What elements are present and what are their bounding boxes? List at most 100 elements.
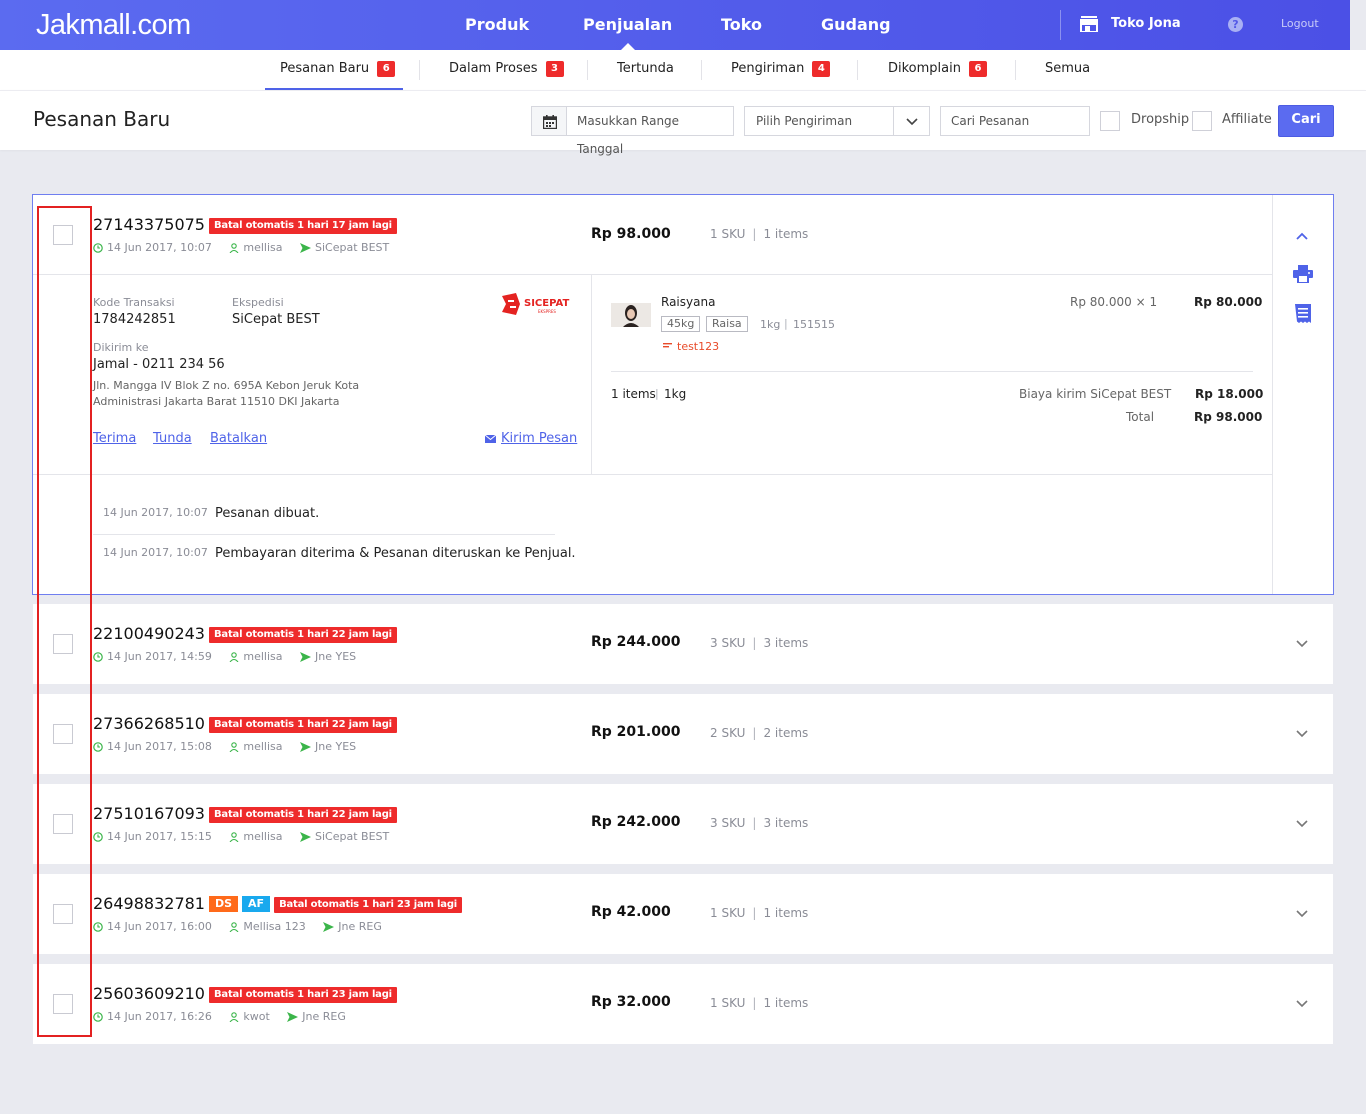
help-icon[interactable]: ?	[1228, 17, 1243, 32]
tab-dikomplain[interactable]: Dikomplain 6	[888, 50, 987, 90]
jakmall-logo[interactable]: Jakmall.com	[36, 9, 191, 42]
chevron-down-icon[interactable]	[1295, 999, 1309, 1009]
mail-icon	[485, 435, 496, 443]
send-message-link[interactable]: Kirim Pesan	[501, 431, 577, 446]
nav-divider	[1060, 10, 1061, 40]
clock-icon	[93, 742, 103, 752]
order-meta: 14 Jun 2017, 16:26 kwot Jne REG	[93, 1010, 346, 1023]
chevron-down-icon[interactable]	[1295, 819, 1309, 829]
user-icon	[229, 742, 239, 752]
grand-total-label: Total	[1126, 410, 1155, 424]
shipping-cost-label: Biaya kirim SiCepat BEST	[1019, 387, 1172, 401]
order-card: 25603609210 Batal otomatis 1 hari 23 jam …	[33, 964, 1333, 1044]
unit-price: Rp 80.000 × 1	[1070, 295, 1158, 309]
product-code: 151515	[793, 318, 835, 331]
chevron-down-icon	[906, 118, 918, 126]
nav-gudang[interactable]: Gudang	[821, 0, 891, 50]
logout-link[interactable]: Logout	[1281, 17, 1319, 30]
chevron-down-icon[interactable]	[1295, 639, 1309, 649]
dropship-checkbox[interactable]	[1100, 111, 1120, 131]
dropship-badge: DS	[208, 896, 239, 912]
order-id[interactable]: 27510167093 Batal otomatis 1 hari 22 jam …	[93, 804, 397, 823]
send-icon	[300, 742, 311, 752]
order-card: 22100490243 Batal otomatis 1 hari 22 jam …	[33, 604, 1333, 684]
side-divider	[1272, 195, 1273, 594]
order-total: Rp 201.000	[591, 724, 681, 740]
summary-items: 1 items	[611, 387, 656, 401]
order-checkbox[interactable]	[53, 904, 73, 924]
order-checkbox[interactable]	[53, 994, 73, 1014]
tab-count-badge: 3	[545, 61, 564, 77]
detail-divider	[591, 275, 592, 474]
calendar-icon	[543, 115, 557, 129]
chevron-up-icon[interactable]	[1295, 231, 1309, 241]
order-id[interactable]: 22100490243 Batal otomatis 1 hari 22 jam …	[93, 624, 397, 643]
print-icon[interactable]	[1293, 265, 1313, 283]
order-id[interactable]: 27143375075 Batal otomatis 1 hari 17 jam …	[93, 215, 397, 234]
meta-separator: |	[784, 317, 788, 330]
product-thumbnail	[611, 303, 651, 327]
auto-cancel-badge: Batal otomatis 1 hari 22 jam lagi	[208, 717, 397, 733]
date-picker-button[interactable]	[531, 106, 567, 136]
cancel-link[interactable]: Batalkan	[210, 431, 267, 446]
affiliate-badge: AF	[242, 896, 271, 912]
row-divider	[33, 474, 1272, 475]
meta-separator: |	[655, 387, 659, 400]
invoice-icon[interactable]	[1295, 304, 1311, 323]
grand-total: Rp 98.000	[1194, 410, 1263, 424]
product-divider	[611, 371, 1253, 372]
tab-pesanan-baru[interactable]: Pesanan Baru 6	[265, 50, 403, 90]
sicepat-logo-subtext: EKSPRES	[538, 309, 556, 314]
top-navbar: Jakmall.com Produk Penjualan Toko Gudang…	[0, 0, 1350, 50]
tab-divider	[701, 60, 702, 80]
shipping-select[interactable]: Pilih Pengiriman	[744, 106, 930, 136]
dropship-label: Dropship	[1131, 112, 1190, 127]
shipping-select-arrow[interactable]	[893, 107, 929, 135]
tab-dalam-proses[interactable]: Dalam Proses 3	[449, 50, 564, 90]
user-icon	[229, 832, 239, 842]
search-button[interactable]: Cari	[1278, 105, 1334, 137]
order-checkbox[interactable]	[53, 225, 73, 245]
order-checkbox[interactable]	[53, 634, 73, 654]
search-order-input[interactable]: Cari Pesanan	[940, 106, 1090, 136]
order-meta: 14 Jun 2017, 14:59 mellisa Jne YES	[93, 650, 356, 663]
tab-semua[interactable]: Semua	[1045, 50, 1090, 90]
postpone-link[interactable]: Tunda	[153, 431, 192, 446]
order-card: 26498832781 DS AF Batal otomatis 1 hari 23 …	[33, 874, 1333, 954]
nav-penjualan[interactable]: Penjualan	[583, 0, 672, 50]
store-name[interactable]: Toko Jona	[1111, 16, 1181, 31]
send-icon	[300, 832, 311, 842]
address-line-2: Administrasi Jakarta Barat 11510 DKI Jak…	[93, 395, 340, 408]
nav-produk[interactable]: Produk	[465, 0, 529, 50]
order-total: Rp 32.000	[591, 994, 671, 1010]
product-name[interactable]: Raisyana	[661, 295, 715, 309]
date-range-input[interactable]: Masukkan Range Tanggal	[566, 106, 734, 156]
order-sku-count: 1 SKU | 1 items	[710, 906, 809, 920]
tab-count-badge: 6	[377, 61, 396, 77]
auto-cancel-badge: Batal otomatis 1 hari 23 jam lagi	[274, 897, 462, 913]
order-total: Rp 98.000	[591, 226, 671, 242]
affiliate-checkbox[interactable]	[1192, 111, 1212, 131]
order-id[interactable]: 27366268510 Batal otomatis 1 hari 22 jam …	[93, 714, 397, 733]
clock-icon	[93, 922, 103, 932]
accept-link[interactable]: Terima	[93, 431, 136, 446]
tab-divider	[1015, 60, 1016, 80]
chevron-down-icon[interactable]	[1295, 909, 1309, 919]
nav-toko[interactable]: Toko	[721, 0, 762, 50]
order-id[interactable]: 26498832781 DS AF Batal otomatis 1 hari 23 …	[93, 894, 462, 913]
chevron-down-icon[interactable]	[1295, 729, 1309, 739]
store-icon[interactable]	[1080, 16, 1098, 32]
transaction-code-label: Kode Transaksi	[93, 296, 175, 309]
sicepat-logo-text: SICEPAT	[524, 298, 569, 309]
tab-count-badge: 6	[969, 61, 987, 77]
order-checkbox[interactable]	[53, 814, 73, 834]
clock-icon	[93, 832, 103, 842]
auto-cancel-badge: Batal otomatis 1 hari 22 jam lagi	[208, 807, 397, 823]
order-total: Rp 42.000	[591, 904, 671, 920]
log-time: 14 Jun 2017, 10:07	[103, 546, 208, 559]
tab-pengiriman[interactable]: Pengiriman 4	[731, 50, 831, 90]
order-checkbox[interactable]	[53, 724, 73, 744]
tab-tertunda[interactable]: Tertunda	[617, 50, 674, 90]
order-id[interactable]: 25603609210 Batal otomatis 1 hari 23 jam …	[93, 984, 397, 1003]
expedition-value: SiCepat BEST	[232, 312, 320, 327]
